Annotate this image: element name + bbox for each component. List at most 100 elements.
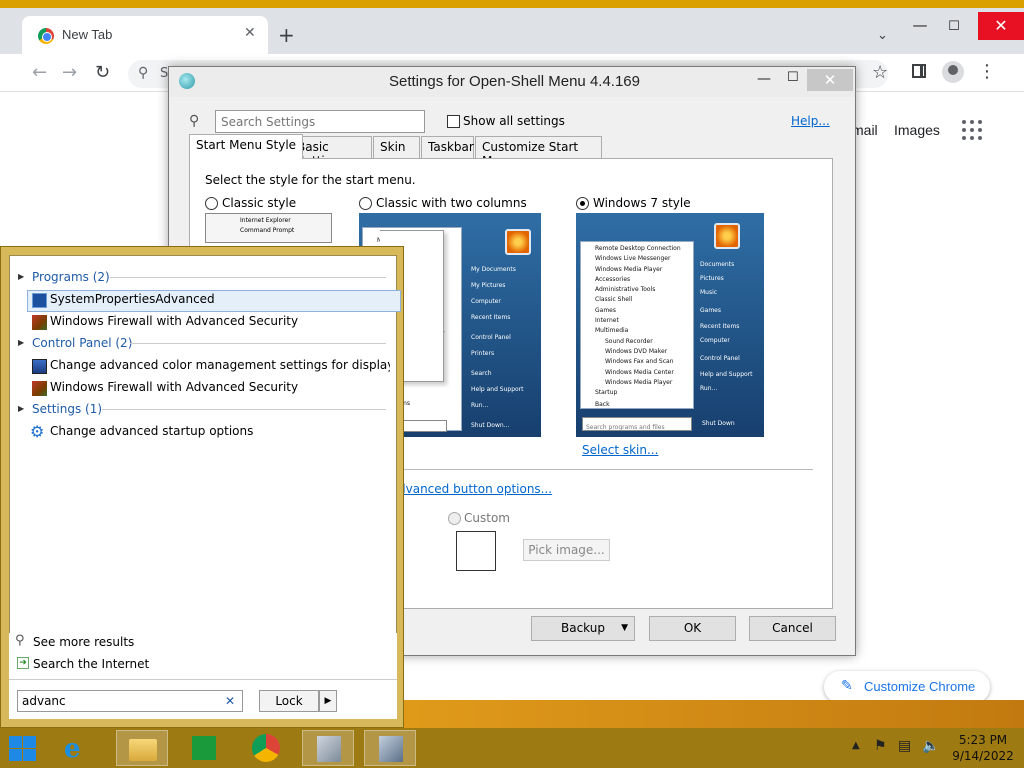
- tab-new-tab[interactable]: New Tab ✕: [22, 16, 268, 54]
- advanced-button-options-link[interactable]: dvanced button options...: [398, 482, 552, 496]
- help-link[interactable]: Help...: [791, 114, 830, 128]
- classic-style-preview[interactable]: Internet Explorer Command Prompt: [205, 213, 332, 243]
- backup-label: Backup: [561, 621, 605, 635]
- shutdown-options-arrow-icon[interactable]: ▶: [319, 690, 337, 712]
- pencil-icon: ✎: [841, 678, 853, 694]
- select-skin-link[interactable]: Select skin...: [582, 443, 658, 457]
- taskbar-store[interactable]: [178, 730, 230, 766]
- group-settings[interactable]: Settings (1): [32, 402, 102, 416]
- new-tab-button[interactable]: +: [278, 23, 295, 47]
- search-settings-input[interactable]: [215, 110, 425, 133]
- tab-close-icon[interactable]: ✕: [244, 25, 256, 41]
- preview-item: Startup: [595, 389, 618, 397]
- result-item[interactable]: Windows Firewall with Advanced Security: [50, 380, 298, 394]
- separator: [130, 343, 386, 344]
- more-menu-icon[interactable]: ⋮: [978, 61, 996, 82]
- search-results-panel: ▶ Programs (2) SystemPropertiesAdvanced …: [9, 255, 401, 667]
- windows-7-style-preview[interactable]: Remote Desktop Connection Windows Live Me…: [576, 213, 764, 437]
- preview-item: Computer: [700, 337, 730, 344]
- group-control-panel[interactable]: Control Panel (2): [32, 336, 132, 350]
- action-center-flag-icon[interactable]: ⚑: [874, 738, 887, 754]
- windows-7-style-radio[interactable]: [576, 197, 589, 210]
- preview-item: Internet Explorer: [240, 217, 291, 224]
- clock-time[interactable]: 5:23 PM: [958, 733, 1008, 747]
- dialog-close-button[interactable]: ✕: [807, 69, 853, 91]
- lock-button[interactable]: Lock: [259, 690, 319, 712]
- preview-item: Remote Desktop Connection: [595, 245, 681, 252]
- preview-search-placeholder: Search programs and files: [586, 424, 665, 431]
- preview-item: Multimedia: [595, 327, 629, 335]
- preview-item: Windows Media Player: [605, 378, 673, 386]
- preview-item: Search: [471, 370, 492, 377]
- cancel-button[interactable]: Cancel: [749, 616, 836, 641]
- internet-arrow-icon: ➜: [17, 657, 29, 669]
- taskbar: e ▲ ⚑ ▤ 🔈 5:23 PM 9/14/2022: [0, 728, 1024, 768]
- expand-arrow-icon[interactable]: ▶: [18, 272, 24, 281]
- start-menu-bottom-links: ⚲ See more results ➜ Search the Internet: [9, 633, 397, 679]
- tab-taskbar[interactable]: Taskbar: [421, 136, 474, 158]
- pick-image-button[interactable]: Pick image...: [523, 539, 610, 561]
- start-button[interactable]: [8, 734, 38, 762]
- tab-start-menu-style[interactable]: Start Menu Style: [189, 134, 304, 159]
- dialog-maximize-button[interactable]: ☐: [787, 70, 799, 85]
- network-icon[interactable]: ▤: [898, 738, 911, 754]
- dialog-title: Settings for Open-Shell Menu 4.4.169: [389, 73, 640, 90]
- volume-muted-icon[interactable]: 🔈: [922, 738, 939, 754]
- user-picture-icon: [505, 229, 531, 255]
- preview-item: Music: [700, 289, 718, 296]
- expand-arrow-icon[interactable]: ▶: [18, 404, 24, 413]
- taskbar-search-app[interactable]: [364, 730, 416, 766]
- preview-item: Help and Support: [700, 371, 753, 378]
- see-more-results-link[interactable]: See more results: [33, 635, 134, 649]
- classic-style-label: Classic style: [222, 196, 297, 210]
- reload-icon[interactable]: ↻: [95, 62, 110, 83]
- expand-arrow-icon[interactable]: ▶: [18, 338, 24, 347]
- tab-skin[interactable]: Skin: [373, 136, 420, 158]
- classic-two-columns-radio[interactable]: [359, 197, 372, 210]
- preview-item: Sound Recorder: [605, 337, 653, 345]
- search-app-icon: [379, 736, 403, 762]
- forward-arrow-icon[interactable]: →: [62, 62, 77, 83]
- preview-item: Control Panel: [471, 334, 511, 341]
- classic-style-radio[interactable]: [205, 197, 218, 210]
- start-search-row: ✕ Lock ▶: [9, 679, 397, 719]
- side-panel-icon[interactable]: [912, 64, 926, 78]
- start-search-input[interactable]: [17, 690, 243, 712]
- clear-search-icon[interactable]: ✕: [225, 694, 235, 708]
- taskbar-internet-explorer[interactable]: e: [52, 730, 104, 766]
- result-item[interactable]: Change advanced color management setting…: [50, 358, 390, 372]
- maximize-button[interactable]: ☐: [934, 19, 974, 45]
- show-hidden-icons-icon[interactable]: ▲: [852, 740, 860, 751]
- profile-avatar-icon[interactable]: [942, 61, 964, 83]
- customize-chrome-button[interactable]: ✎ Customize Chrome: [824, 671, 990, 703]
- google-apps-icon[interactable]: [962, 120, 982, 140]
- group-programs[interactable]: Programs (2): [32, 270, 110, 284]
- preview-programs-list: Remote Desktop Connection Windows Live Me…: [580, 241, 694, 409]
- search-internet-link[interactable]: Search the Internet: [33, 657, 149, 671]
- tab-customize-start-menu[interactable]: Customize Start Menu: [475, 136, 602, 168]
- dialog-titlebar: Settings for Open-Shell Menu 4.4.169 — ☐…: [169, 67, 855, 97]
- customize-chrome-label: Customize Chrome: [864, 679, 976, 694]
- result-item[interactable]: SystemPropertiesAdvanced: [50, 292, 215, 306]
- preview-item: Shut Down: [702, 420, 735, 427]
- preview-item: Windows Media Player: [595, 265, 663, 273]
- taskbar-open-shell-settings[interactable]: [302, 730, 354, 766]
- bookmark-star-icon[interactable]: ☆: [872, 62, 888, 83]
- tab-search-chevron-icon[interactable]: ⌄: [877, 28, 888, 43]
- dialog-minimize-button[interactable]: —: [757, 71, 771, 87]
- taskbar-chrome[interactable]: [240, 730, 292, 766]
- images-link[interactable]: Images: [894, 122, 940, 138]
- preview-right-column: Documents Pictures Music Games Recent Items C…: [700, 261, 762, 399]
- back-arrow-icon[interactable]: ←: [32, 62, 47, 83]
- taskbar-file-explorer[interactable]: [116, 730, 168, 766]
- result-item[interactable]: Windows Firewall with Advanced Security: [50, 314, 298, 328]
- preview-item: Recent Items: [471, 314, 511, 321]
- custom-button-radio[interactable]: [448, 512, 461, 525]
- result-item[interactable]: Change advanced startup options: [50, 424, 253, 438]
- ok-button[interactable]: OK: [649, 616, 736, 641]
- start-menu: ▶ Programs (2) SystemPropertiesAdvanced …: [0, 246, 404, 728]
- backup-button[interactable]: Backup ▼: [531, 616, 635, 641]
- clock-date[interactable]: 9/14/2022: [950, 749, 1016, 763]
- show-all-settings-checkbox[interactable]: [447, 115, 460, 128]
- close-button[interactable]: ✕: [978, 12, 1024, 40]
